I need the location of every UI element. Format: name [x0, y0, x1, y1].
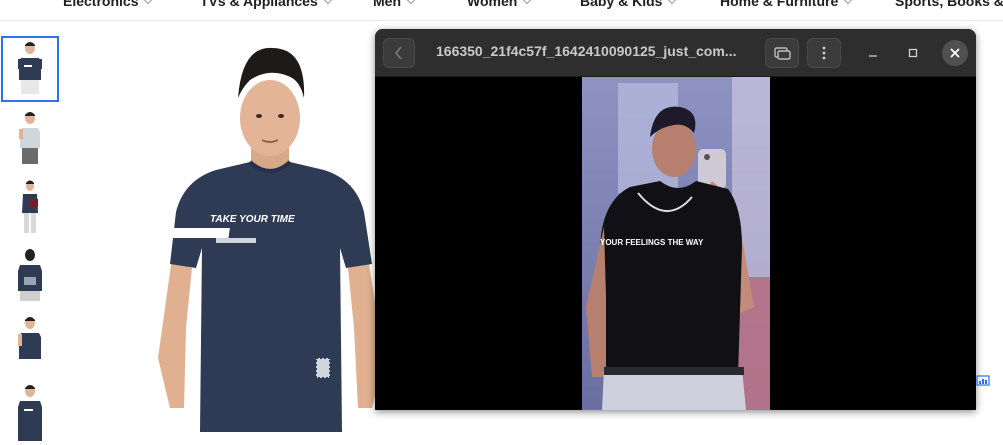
chevron-down-icon — [144, 0, 153, 5]
model-thumbnail-image — [18, 42, 42, 94]
picture-in-picture-icon — [774, 47, 791, 60]
chevron-down-icon — [843, 0, 853, 5]
nav-label: Home & Furniture — [720, 0, 839, 9]
minimize-icon — [869, 55, 877, 57]
chevron-down-icon — [523, 0, 532, 5]
nav-women[interactable]: Women — [467, 0, 532, 9]
close-button[interactable] — [942, 40, 968, 66]
minimize-button[interactable] — [860, 40, 886, 66]
bar-chart-icon[interactable] — [976, 374, 990, 386]
nav-sports-books[interactable]: Sports, Books & M — [895, 0, 1003, 9]
back-button[interactable] — [383, 38, 415, 68]
chevron-down-icon — [323, 0, 332, 5]
window-title: 166350_21f4c57f_1642410090125_just_com..… — [436, 43, 737, 59]
window-titlebar[interactable]: 166350_21f4c57f_1642410090125_just_com..… — [375, 29, 976, 77]
tshirt-print-text: TAKE YOUR TIME — [210, 214, 295, 225]
nav-label: Baby & Kids — [580, 0, 663, 9]
model-thumbnail-image — [18, 249, 42, 301]
nav-men[interactable]: Men — [373, 0, 416, 9]
nav-label: Men — [373, 0, 401, 9]
nav-home-furniture[interactable]: Home & Furniture — [720, 0, 853, 9]
kebab-menu-icon — [822, 46, 826, 60]
chevron-down-icon — [668, 0, 677, 5]
chevron-left-icon — [394, 46, 402, 60]
menu-button[interactable] — [807, 38, 841, 68]
nav-label: Electronics — [63, 0, 139, 9]
chevron-down-icon — [406, 0, 416, 5]
category-nav: Electronics TVs & Appliances Men Women B… — [0, 0, 1003, 21]
thumbnail-walking[interactable] — [1, 175, 59, 241]
nav-tvs-appliances[interactable]: TVs & Appliances — [200, 0, 332, 9]
nav-baby-kids[interactable]: Baby & Kids — [580, 0, 677, 9]
video-frame[interactable]: YOUR FEELINGS THE WAY — [582, 77, 770, 410]
thumbnail-back[interactable] — [1, 243, 59, 309]
fullscreen-button[interactable] — [765, 38, 799, 68]
video-caption-text: YOUR FEELINGS THE WAY — [600, 238, 704, 247]
thumbnail-front[interactable] — [1, 36, 59, 102]
thumbnail-closeup[interactable] — [1, 379, 59, 445]
nav-label: Sports, Books & M — [895, 0, 1003, 9]
thumbnail-side[interactable] — [1, 106, 59, 172]
model-thumbnail-image — [22, 180, 38, 233]
maximize-icon — [908, 48, 918, 58]
nav-electronics[interactable]: Electronics — [63, 0, 153, 9]
nav-label: Women — [467, 0, 518, 9]
video-player-window: 166350_21f4c57f_1642410090125_just_com..… — [375, 29, 976, 410]
close-icon — [950, 48, 960, 58]
model-thumbnail-image — [18, 385, 42, 441]
maximize-button[interactable] — [900, 40, 926, 66]
thumbnail-angle[interactable] — [1, 311, 59, 377]
model-thumbnail-image — [19, 112, 40, 164]
product-main-image[interactable]: TAKE YOUR TIME — [150, 28, 390, 432]
model-thumbnail-image — [18, 317, 41, 359]
nav-label: TVs & Appliances — [200, 0, 318, 9]
